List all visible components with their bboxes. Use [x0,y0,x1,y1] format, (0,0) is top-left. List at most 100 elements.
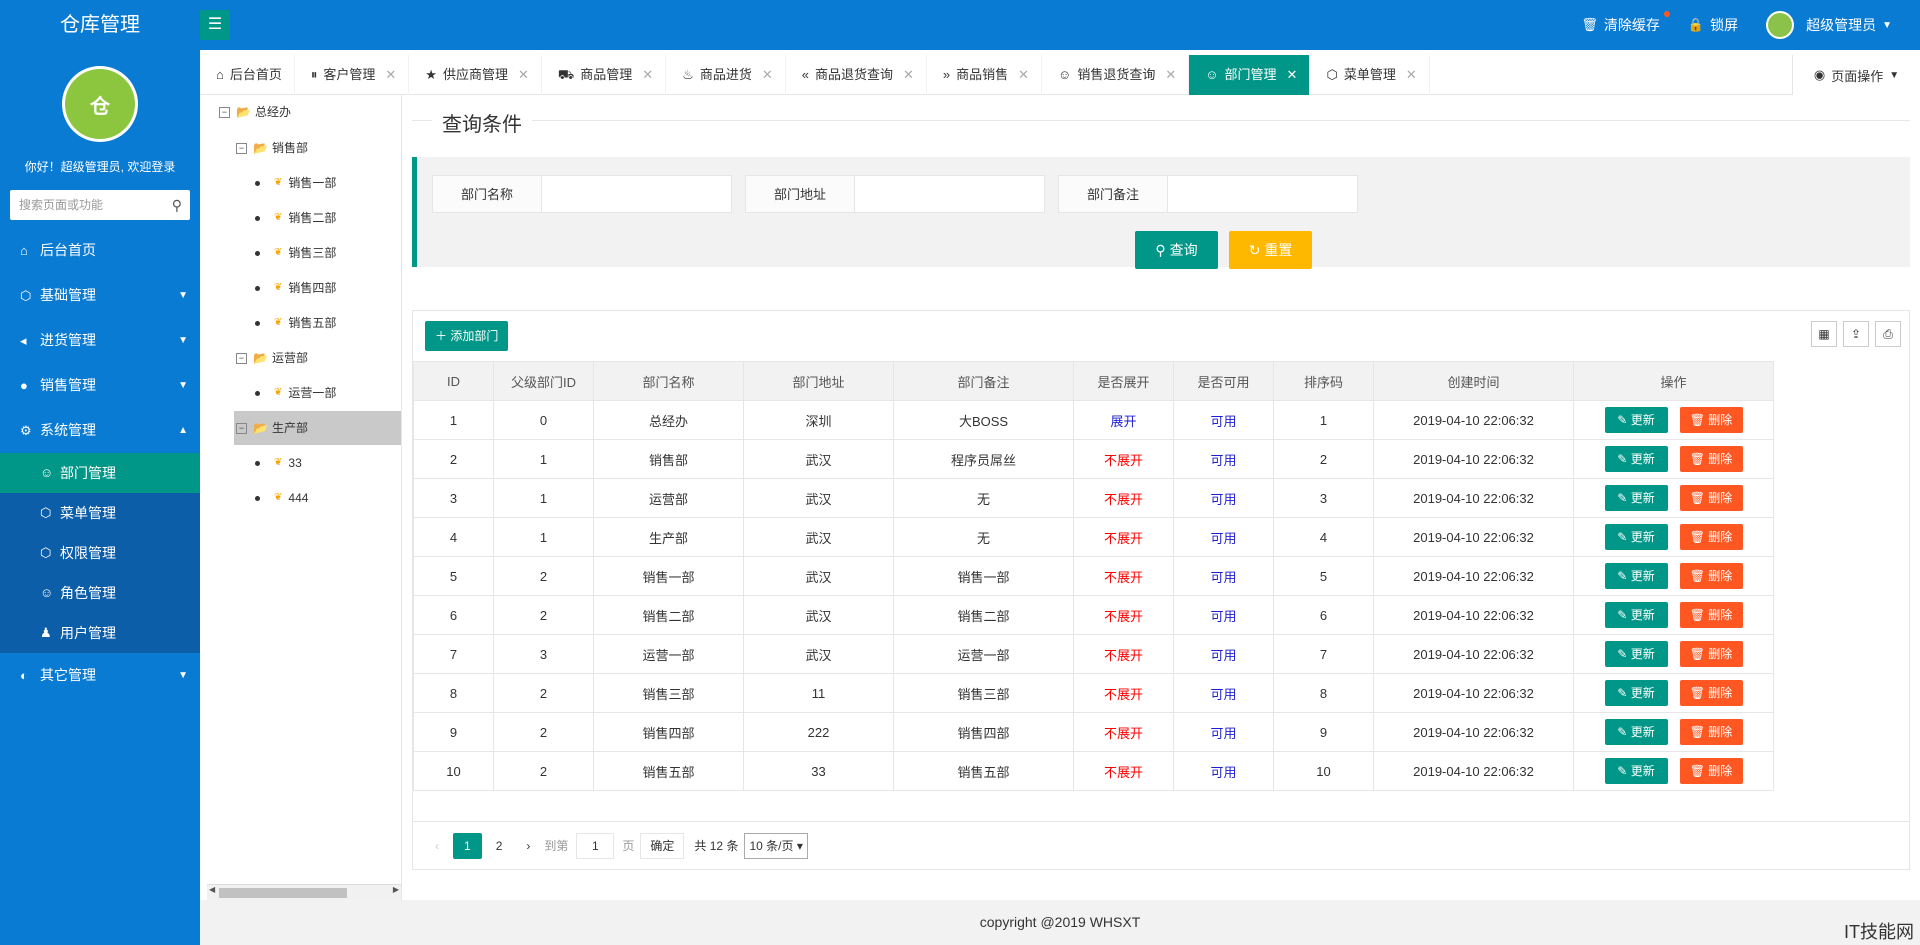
close-icon[interactable]: ✕ [762,55,773,95]
tab-outport[interactable]: « 商品退货查询 ✕ [786,55,927,95]
close-icon[interactable]: ✕ [385,55,396,95]
delete-button[interactable]: 🗑 删除 [1679,524,1743,550]
column-header[interactable]: ID [413,361,494,401]
reset-button[interactable]: ↻ 重置 [1229,231,1312,269]
table-row[interactable]: 1 0 总经办 深圳 大BOSS 展开 可用 1 2019-04-10 22:06:32 ✎ 更新… [413,400,1774,440]
table-row[interactable]: 8 2 销售三部 11 销售三部 不展开 可用 8 2019-04-10 22:06:32 ✎ 更… [413,673,1774,713]
scroll-right-icon[interactable]: ▶ [393,885,399,894]
tree-node-leaf[interactable]: ❦ 销售一部 [255,168,336,198]
delete-button[interactable]: 🗑 删除 [1679,485,1743,511]
lock-screen-button[interactable]: 🔒 锁屏 [1688,15,1738,35]
update-button[interactable]: ✎ 更新 [1604,446,1668,472]
sidebar-item-user[interactable]: ♟ 用户管理 [0,613,200,653]
page-operation-button[interactable]: ◉ 页面操作 ▼ [1792,55,1920,95]
column-header[interactable]: 部门备注 [893,361,1074,401]
sidebar-item-sales[interactable]: ● 销售管理 ▼ [0,363,200,408]
tree-node-leaf[interactable]: ❦ 444 [255,483,308,513]
table-row[interactable]: 4 1 生产部 武汉无不展开 可用 4 2019-04-10 22:06:32 ✎ 更新 🗑 删… [413,517,1774,557]
delete-button[interactable]: 🗑 删除 [1679,563,1743,589]
table-row[interactable]: 6 2 销售二部 武汉 销售二部 不展开 可用 6 2019-04-10 22:06:32 ✎ 更… [413,595,1774,635]
sidebar-item-other[interactable]: ◐ 其它管理 ▼ [0,653,200,698]
close-icon[interactable]: ✕ [518,55,529,95]
tree-node-root[interactable]: − 📂 总经办 [219,97,291,127]
page-2-button[interactable]: 2 [486,833,513,859]
column-header[interactable]: 创建时间 [1373,361,1574,401]
sidebar-item-role[interactable]: ☺ 角色管理 [0,573,200,613]
tree-node-sales[interactable]: − 📂 销售部 [236,133,308,163]
sidebar-item-home[interactable]: ⌂ 后台首页 [0,228,200,273]
table-row[interactable]: 7 3 运营一部 武汉 运营一部 不展开 可用 7 2019-04-10 22:06:32 ✎ 更… [413,634,1774,674]
table-row[interactable]: 10 2 销售五部 33 销售五部 不展开 可用 10 2019-04-10 22:06:32 ✎… [413,751,1774,791]
column-header[interactable]: 是否展开 [1073,361,1174,401]
next-page-icon[interactable]: › [516,833,540,859]
close-icon[interactable]: ✕ [903,55,914,95]
tree-node-leaf[interactable]: ❦ 销售五部 [255,308,336,338]
tab-inport[interactable]: ♨ 商品进货 ✕ [666,55,786,95]
tab-menu[interactable]: ⬡ 菜单管理 ✕ [1310,55,1430,95]
dept-name-input[interactable] [542,175,732,213]
delete-button[interactable]: 🗑 删除 [1679,407,1743,433]
delete-button[interactable]: 🗑 删除 [1679,641,1743,667]
dept-remark-input[interactable] [1168,175,1358,213]
scroll-left-icon[interactable]: ◀ [209,885,215,894]
collapse-icon[interactable]: − [236,352,247,364]
update-button[interactable]: ✎ 更新 [1604,719,1668,745]
tree-node-leaf[interactable]: ❦ 销售二部 [255,203,336,233]
sidebar-item-menu[interactable]: ⬡ 菜单管理 [0,493,200,533]
column-header[interactable]: 部门地址 [743,361,894,401]
app-logo[interactable]: 仓库管理 [0,0,200,50]
scrollbar-thumb[interactable] [219,888,347,898]
close-icon[interactable]: ✕ [1165,55,1176,95]
sidebar-item-system[interactable]: ⚙ 系统管理 ▲ [0,408,200,453]
prev-page-icon[interactable]: ‹ [425,833,449,859]
update-button[interactable]: ✎ 更新 [1604,407,1668,433]
tab-supplier[interactable]: ★ 供应商管理 ✕ [409,55,542,95]
sidebar-item-dept[interactable]: ☺ 部门管理 [0,453,200,493]
print-icon[interactable]: ⎙ [1875,321,1901,347]
close-icon[interactable]: ✕ [1406,55,1417,95]
column-header[interactable]: 父级部门ID [493,361,594,401]
page-size-select[interactable]: 10 条/页 ▾ [744,832,808,859]
delete-button[interactable]: 🗑 删除 [1679,602,1743,628]
sidebar-item-purchase[interactable]: ◂ 进货管理 ▼ [0,318,200,363]
sidebar-search-input[interactable]: 搜索页面或功能 ⚲ [10,190,190,220]
close-icon[interactable]: ✕ [1018,55,1029,95]
tab-dept[interactable]: ☺ 部门管理 ✕ [1189,55,1311,95]
export-icon[interactable]: ⇪ [1843,321,1869,347]
close-icon[interactable]: ✕ [642,55,653,95]
table-row[interactable]: 3 1 运营部 武汉无不展开 可用 3 2019-04-10 22:06:32 ✎ 更新 🗑 删… [413,478,1774,518]
search-icon[interactable]: ⚲ [172,190,182,220]
add-dept-button[interactable]: ＋ 添加部门 [425,321,509,351]
tree-horizontal-scrollbar[interactable]: ◀ ▶ [207,884,401,900]
delete-button[interactable]: 🗑 删除 [1679,719,1743,745]
tab-home[interactable]: ⌂ 后台首页 [200,55,295,95]
sidebar-item-permission[interactable]: ⬡ 权限管理 [0,533,200,573]
sidebar-item-basic[interactable]: ⬡ 基础管理 ▼ [0,273,200,318]
menu-toggle-button[interactable]: ☰ [200,10,230,40]
collapse-icon[interactable]: − [236,422,247,434]
close-icon[interactable]: ✕ [1287,55,1298,95]
update-button[interactable]: ✎ 更新 [1604,563,1668,589]
tab-sales[interactable]: » 商品销售 ✕ [927,55,1043,95]
tree-node-leaf[interactable]: ❦ 销售四部 [255,273,336,303]
update-button[interactable]: ✎ 更新 [1604,602,1668,628]
column-header[interactable]: 部门名称 [593,361,744,401]
tab-goods[interactable]: ⛟ 商品管理 ✕ [542,55,667,95]
tree-node-prod[interactable]: − 📂 生产部 [236,413,308,443]
table-row[interactable]: 2 1 销售部 武汉 程序员屌丝 不展开 可用 2 2019-04-10 22:06:32 ✎ 更… [413,439,1774,479]
table-row[interactable]: 9 2 销售四部 222 销售四部 不展开 可用 9 2019-04-10 22:06:32 ✎ … [413,712,1774,752]
tab-customer[interactable]: ⏸ 客户管理 ✕ [295,55,410,95]
tree-node-leaf[interactable]: ❦ 运营一部 [255,378,336,408]
tree-node-leaf[interactable]: ❦ 33 [255,448,302,478]
update-button[interactable]: ✎ 更新 [1604,758,1668,784]
delete-button[interactable]: 🗑 删除 [1679,446,1743,472]
delete-button[interactable]: 🗑 删除 [1679,680,1743,706]
tree-node-leaf[interactable]: ❦ 销售三部 [255,238,336,268]
tree-node-ops[interactable]: − 📂 运营部 [236,343,308,373]
collapse-icon[interactable]: − [219,106,230,118]
collapse-icon[interactable]: − [236,142,247,154]
goto-page-input[interactable]: 1 [576,832,615,859]
columns-filter-icon[interactable]: ▦ [1811,321,1837,347]
clear-cache-button[interactable]: 🗑 清除缓存 [1581,11,1670,35]
update-button[interactable]: ✎ 更新 [1604,641,1668,667]
